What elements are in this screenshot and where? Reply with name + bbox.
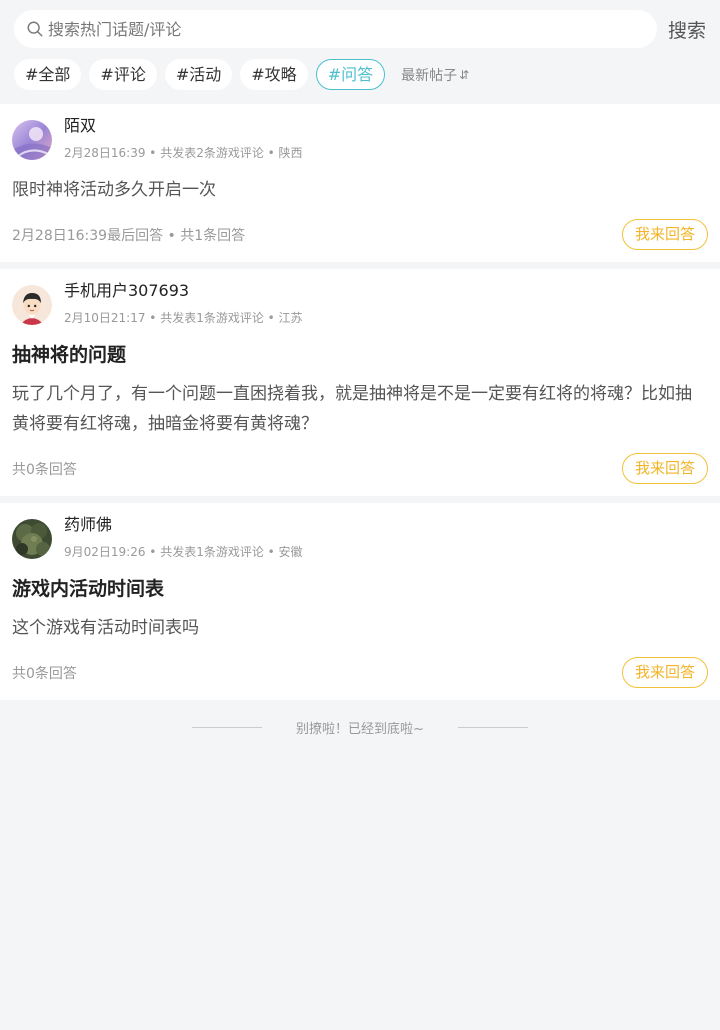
answer-count: 共0条回答	[12, 461, 77, 478]
search-input[interactable]	[48, 19, 628, 39]
post-title: 游戏内活动时间表	[12, 578, 165, 600]
end-of-list: 别撩啦！已经到底啦~	[0, 707, 720, 747]
post-body: 玩了几个月了，有一个问题一直困挠着我，就是抽神将是不是一定要有红将的将魂？比如抽…	[12, 384, 692, 434]
tag-bar: #全部 #评论 #活动 #攻略 #问答 最新帖子 ⇵	[14, 59, 708, 90]
answer-count: 2月28日16:39最后回答 • 共1条回答	[12, 227, 246, 244]
search-button[interactable]: 搜索	[668, 16, 706, 43]
avatar[interactable]	[12, 285, 52, 325]
post-title: 抽神将的问题	[12, 344, 127, 366]
user-info: 手机用户307693 2月10日21:17 • 共发表1条游戏评论 • 江苏	[64, 281, 303, 326]
post-meta: 2月28日16:39 • 共发表2条游戏评论 • 陕西	[64, 146, 303, 160]
post-footer: 共0条回答 我来回答	[12, 453, 708, 484]
answer-button[interactable]: 我来回答	[621, 219, 708, 250]
end-text: 别撩啦！已经到底啦~	[296, 721, 424, 737]
user-info: 药师佛 9月02日19:26 • 共发表1条游戏评论 • 安徽	[64, 515, 303, 560]
tag-comments[interactable]: #评论	[89, 59, 157, 90]
post-body: 这个游戏有活动时间表吗	[12, 618, 199, 638]
divider	[192, 726, 263, 728]
username[interactable]: 手机用户307693	[64, 281, 303, 301]
search-row: 搜索	[14, 10, 708, 48]
answer-button[interactable]: 我来回答	[621, 453, 708, 484]
post-card[interactable]: 手机用户307693 2月10日21:17 • 共发表1条游戏评论 • 江苏 抽…	[0, 269, 720, 496]
post-meta: 2月10日21:17 • 共发表1条游戏评论 • 江苏	[64, 311, 303, 325]
post-footer: 共0条回答 我来回答	[12, 657, 708, 688]
user-info: 陌双 2月28日16:39 • 共发表2条游戏评论 • 陕西	[64, 116, 303, 161]
post-header: 陌双 2月28日16:39 • 共发表2条游戏评论 • 陕西	[12, 116, 708, 161]
post-footer: 2月28日16:39最后回答 • 共1条回答 我来回答	[12, 219, 708, 250]
post-meta: 9月02日19:26 • 共发表1条游戏评论 • 安徽	[64, 545, 303, 559]
sort-arrow-icon: ⇵	[459, 67, 470, 82]
sort-toggle[interactable]: 最新帖子 ⇵	[401, 65, 469, 85]
sort-label: 最新帖子	[401, 67, 458, 84]
header: 搜索 #全部 #评论 #活动 #攻略 #问答 最新帖子 ⇵	[0, 0, 720, 104]
tag-guides[interactable]: #攻略	[240, 59, 308, 90]
answer-button[interactable]: 我来回答	[621, 657, 708, 688]
tag-qa[interactable]: #问答	[315, 59, 386, 90]
answer-count: 共0条回答	[12, 665, 77, 682]
divider	[457, 726, 528, 728]
post-header: 手机用户307693 2月10日21:17 • 共发表1条游戏评论 • 江苏	[12, 281, 708, 326]
search-icon	[27, 21, 43, 37]
search-box[interactable]	[14, 10, 657, 48]
avatar[interactable]	[12, 120, 52, 160]
avatar[interactable]	[12, 519, 52, 559]
tag-all[interactable]: #全部	[14, 59, 82, 90]
username[interactable]: 陌双	[64, 116, 303, 136]
post-header: 药师佛 9月02日19:26 • 共发表1条游戏评论 • 安徽	[12, 515, 708, 560]
post-card[interactable]: 陌双 2月28日16:39 • 共发表2条游戏评论 • 陕西 限时神将活动多久开…	[0, 104, 720, 262]
post-body: 限时神将活动多久开启一次	[12, 180, 216, 200]
post-card[interactable]: 药师佛 9月02日19:26 • 共发表1条游戏评论 • 安徽 游戏内活动时间表…	[0, 503, 720, 700]
tag-events[interactable]: #活动	[164, 59, 233, 90]
username[interactable]: 药师佛	[64, 515, 303, 535]
